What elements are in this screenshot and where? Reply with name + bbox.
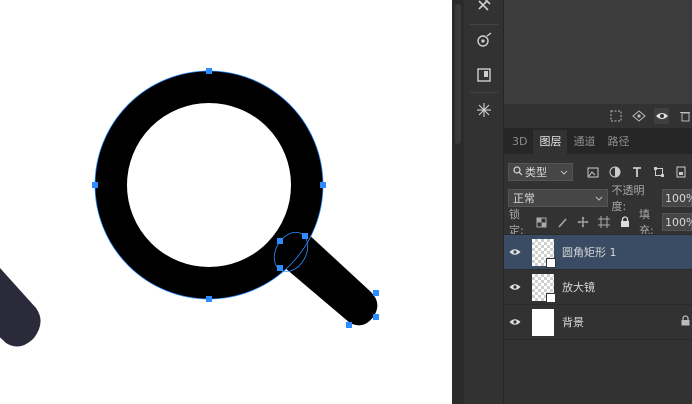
properties-icon[interactable] xyxy=(470,62,498,88)
trash-icon[interactable] xyxy=(677,108,692,124)
tools-icon[interactable] xyxy=(470,0,498,18)
tab-3d[interactable]: 3D xyxy=(506,130,533,154)
layers-tab-bar: 3D 图层 通道 路径 xyxy=(504,128,692,154)
layer-name[interactable]: 圆角矩形 1 xyxy=(562,244,617,260)
blend-mode-value: 正常 xyxy=(513,192,535,205)
lock-pixels-icon[interactable] xyxy=(554,214,570,230)
tab-channels[interactable]: 通道 xyxy=(567,130,601,154)
blend-mode-dropdown[interactable]: 正常 xyxy=(508,189,608,207)
shape-filter-icon[interactable] xyxy=(651,164,667,180)
shape-layer-badge-icon xyxy=(546,292,556,303)
chevron-down-icon xyxy=(595,192,603,205)
layer-filter-dropdown[interactable]: 类型 xyxy=(508,163,573,181)
lock-artboard-icon[interactable] xyxy=(596,214,612,230)
layer-thumbnail xyxy=(532,273,556,303)
smart-object-filter-icon[interactable] xyxy=(673,164,689,180)
type-filter-icon[interactable] xyxy=(629,164,645,180)
layer-name[interactable]: 放大镜 xyxy=(562,279,595,295)
visibility-eye-icon[interactable] xyxy=(504,270,526,305)
visibility-eye-icon[interactable] xyxy=(504,235,526,270)
opacity-value: 100% xyxy=(665,191,692,205)
show-hide-icon[interactable] xyxy=(631,108,646,124)
tab-paths[interactable]: 路径 xyxy=(601,130,635,154)
3d-rotate-icon[interactable] xyxy=(470,28,498,54)
layer-row[interactable]: 圆角矩形 1 xyxy=(504,234,692,269)
magnifier-ring xyxy=(95,71,323,299)
layer-list-end-divider xyxy=(504,339,692,340)
toolstrip-divider xyxy=(470,24,498,25)
fill-input[interactable]: 100% xyxy=(662,213,692,231)
search-icon xyxy=(513,165,523,179)
panel-divider[interactable] xyxy=(452,0,464,404)
lock-icon xyxy=(681,315,690,329)
layer-row[interactable]: 放大镜 xyxy=(504,269,692,304)
layer-thumbnail xyxy=(532,308,554,336)
upper-panel-actions xyxy=(504,104,692,128)
visibility-eye-icon[interactable] xyxy=(504,305,526,340)
lock-all-icon[interactable] xyxy=(617,214,633,230)
upper-panel xyxy=(504,0,692,104)
panel-toolstrip xyxy=(464,0,504,404)
layer-thumbnail xyxy=(532,238,556,268)
layer-name[interactable]: 背景 xyxy=(562,314,584,330)
lock-position-icon[interactable] xyxy=(575,214,591,230)
eye-icon[interactable] xyxy=(654,108,669,124)
partial-handle-shape xyxy=(0,268,41,347)
canvas-artwork xyxy=(0,68,379,347)
document-canvas[interactable] xyxy=(0,0,452,404)
lock-row: 锁定: 填充: 100% xyxy=(504,208,692,237)
scrollbar-thumb[interactable] xyxy=(455,4,461,144)
lock-transparent-icon[interactable] xyxy=(533,214,549,230)
toolstrip-divider xyxy=(470,92,498,93)
chevron-down-icon xyxy=(560,166,568,179)
filter-row: 类型 xyxy=(504,162,692,182)
filter-label: 类型 xyxy=(525,166,547,179)
pixel-filter-icon[interactable] xyxy=(585,164,601,180)
tab-layers[interactable]: 图层 xyxy=(533,130,568,154)
adjustment-filter-icon[interactable] xyxy=(607,164,623,180)
selection-icon[interactable] xyxy=(608,108,623,124)
layers-panel: 类型 正常 不透明度: 100% xyxy=(504,154,692,404)
brush-settings-icon[interactable] xyxy=(470,97,498,123)
fill-value: 100% xyxy=(665,215,692,229)
opacity-input[interactable]: 100% xyxy=(662,189,692,207)
blend-row: 正常 不透明度: 100% xyxy=(504,184,692,213)
layers-panel-group: 3D 图层 通道 路径 类型 正常 不透明度: 100 锁定: 填充: 100 … xyxy=(504,0,692,404)
layer-row[interactable]: 背景 xyxy=(504,304,692,339)
shape-layer-badge-icon xyxy=(546,257,556,268)
